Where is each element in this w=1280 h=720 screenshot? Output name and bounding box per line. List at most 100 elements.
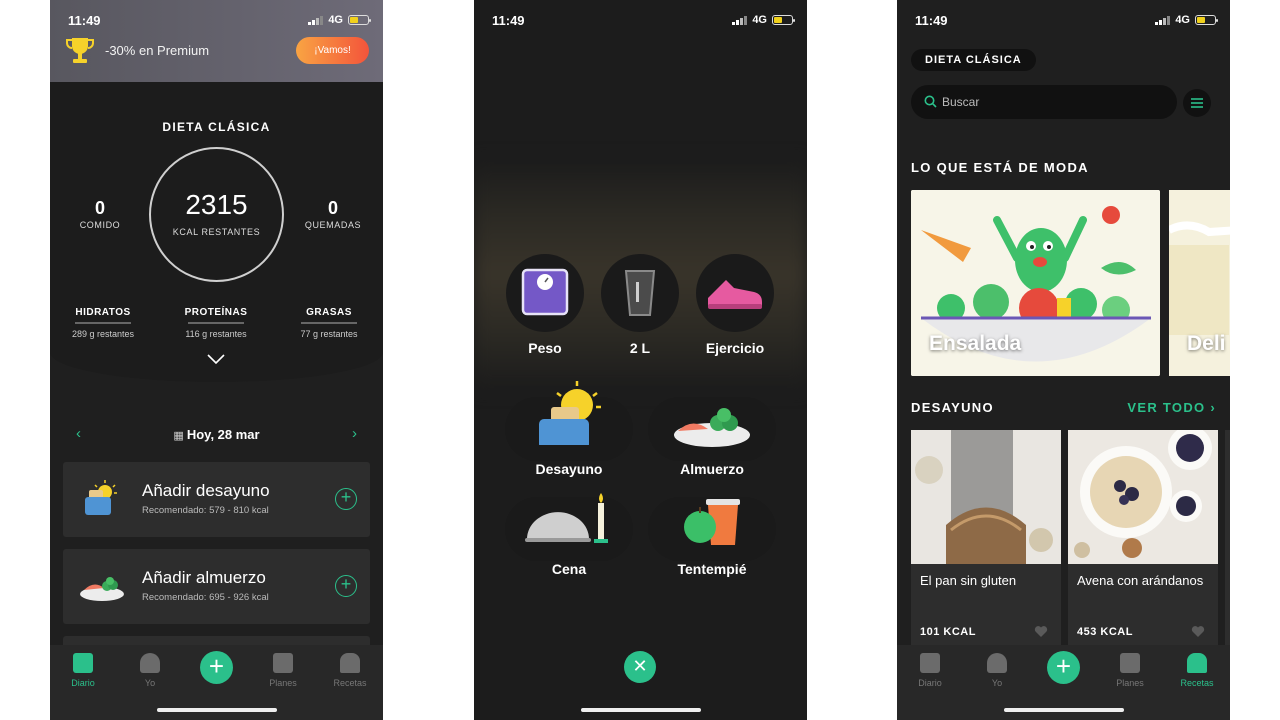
meal-recommendation: Recomendado: 695 - 926 kcal [142,592,269,603]
tab-label: Yo [991,678,1003,688]
close-button[interactable]: ✕ [624,651,656,683]
action-label: Tentempié [677,561,747,577]
promo-button[interactable]: ¡Vamos! [296,37,369,64]
macro-remaining: 289 g restantes [71,329,135,339]
trending-card-ensalada[interactable]: Ensalada [911,190,1160,376]
add-lunch-card[interactable]: Añadir almuerzo Recomendado: 695 - 926 k… [63,549,370,624]
macro-name: PROTEÍNAS [184,307,248,318]
heart-icon[interactable] [1034,625,1048,638]
heart-icon[interactable] [1191,625,1205,638]
tab-label: Recetas [333,678,367,688]
tab-yo[interactable]: Yo [120,653,180,688]
macro-name: GRASAS [306,307,352,318]
oatmeal-blueberries-photo [1068,430,1218,564]
battery-icon [348,15,371,25]
gluten-free-bread-photo [911,430,1061,564]
eaten-label: COMIDO [79,220,121,230]
macro-protein: PROTEÍNAS 116 g restantes [166,307,266,339]
lunch-plate-icon [674,408,750,447]
signal-icon [732,15,748,25]
tab-label: Diario [918,678,942,688]
network-label: 4G [752,14,767,26]
macro-bar [188,322,244,324]
search-icon [924,95,937,108]
menu-icon [1191,98,1203,108]
trending-card-deli[interactable]: Deli [1169,190,1230,376]
macro-bar [301,322,357,324]
scale-icon [521,268,569,316]
macro-name: HIDRATOS [75,307,131,318]
log-weight-action[interactable]: Peso [505,254,585,356]
add-button[interactable]: + [1047,651,1080,684]
lunch-plate-icon [80,577,124,601]
search-placeholder: Buscar [942,95,980,109]
add-breakfast-card[interactable]: Añadir desayuno Recomendado: 579 - 810 k… [63,462,370,537]
quick-add-screen: 11:49 4G Peso 2 L Ejercicio Desayuno Alm… [474,0,807,720]
see-all-label: VER TODO [1127,400,1206,415]
status-time: 11:49 [68,12,101,28]
recipe-card[interactable]: Avena con arándanos 453 KCAL [1068,430,1218,650]
burned-stat: 0 QUEMADAS [293,198,373,230]
meal-title: Añadir almuerzo [142,568,266,587]
home-indicator [581,708,701,712]
add-button[interactable]: + [200,651,233,684]
tab-diario[interactable]: Diario [900,653,960,688]
search-input[interactable]: Buscar [911,85,1177,119]
tab-yo[interactable]: Yo [967,653,1027,688]
plans-icon [1120,653,1140,673]
breakfast-toaster-icon [85,480,117,515]
tab-recetas[interactable]: Recetas [1167,653,1227,688]
tab-recetas[interactable]: Recetas [320,653,380,688]
recipe-card-partial[interactable] [1225,430,1230,650]
diary-icon [920,653,940,673]
home-indicator [157,708,277,712]
recipe-kcal: 101 KCAL [920,626,976,638]
status-bar: 11:49 4G [897,0,1230,40]
log-exercise-action[interactable]: Ejercicio [695,254,775,356]
filter-button[interactable] [1183,89,1211,117]
breakfast-title: DESAYUNO [911,400,994,415]
water-glass-icon [624,270,656,316]
log-lunch-action[interactable]: Almuerzo [648,397,776,477]
log-dinner-action[interactable]: Cena [505,493,633,577]
diary-screen: -30% en Premium ¡Vamos! 11:49 4G DIETA C… [50,0,383,720]
add-icon[interactable]: + [335,488,357,510]
recipe-name: El pan sin gluten [920,573,1017,588]
profile-icon [140,653,160,673]
action-label: Almuerzo [680,461,744,477]
log-snack-action[interactable]: Tentempié [648,497,776,577]
dinner-cloche-icon [525,493,608,543]
tab-planes[interactable]: Planes [253,653,313,688]
log-breakfast-action[interactable]: Desayuno [505,381,633,477]
tab-planes[interactable]: Planes [1100,653,1160,688]
diet-tag[interactable]: DIETA CLÁSICA [911,49,1036,71]
chevron-right-icon: › [1210,400,1216,415]
recipe-card[interactable]: El pan sin gluten 101 KCAL [911,430,1061,650]
calorie-ring[interactable]: 2315 KCAL RESTANTES [149,147,284,282]
battery-icon [772,15,795,25]
log-water-action[interactable]: 2 L [600,254,680,356]
macro-remaining: 116 g restantes [185,329,247,339]
macro-fat: GRASAS 77 g restantes [279,307,379,339]
next-day-icon[interactable]: › [352,425,357,442]
chef-hat-icon [1187,653,1207,673]
trending-title: LO QUE ESTÁ DE MODA [911,160,1089,175]
signal-icon [1155,15,1171,25]
eaten-stat: 0 COMIDO [60,198,140,230]
trending-card-title: Deli [1187,332,1226,355]
add-icon[interactable]: + [335,575,357,597]
snack-icon [684,499,740,545]
tab-label: Planes [269,678,297,688]
action-label: Ejercicio [705,340,765,356]
recipes-screen: 11:49 4G DIETA CLÁSICA Buscar LO QUE EST… [897,0,1230,720]
chevron-down-icon[interactable] [206,352,226,366]
macro-bar [75,322,131,324]
macro-remaining: 77 g restantes [300,329,358,339]
see-all-link[interactable]: VER TODO › [1127,400,1216,415]
trending-card-title: Ensalada [929,332,1022,355]
tab-diario[interactable]: Diario [53,653,113,688]
macro-carbs: HIDRATOS 289 g restantes [53,307,153,339]
action-label: Peso [528,340,562,356]
home-indicator [1004,708,1124,712]
calendar-icon: ▦ [173,430,187,442]
